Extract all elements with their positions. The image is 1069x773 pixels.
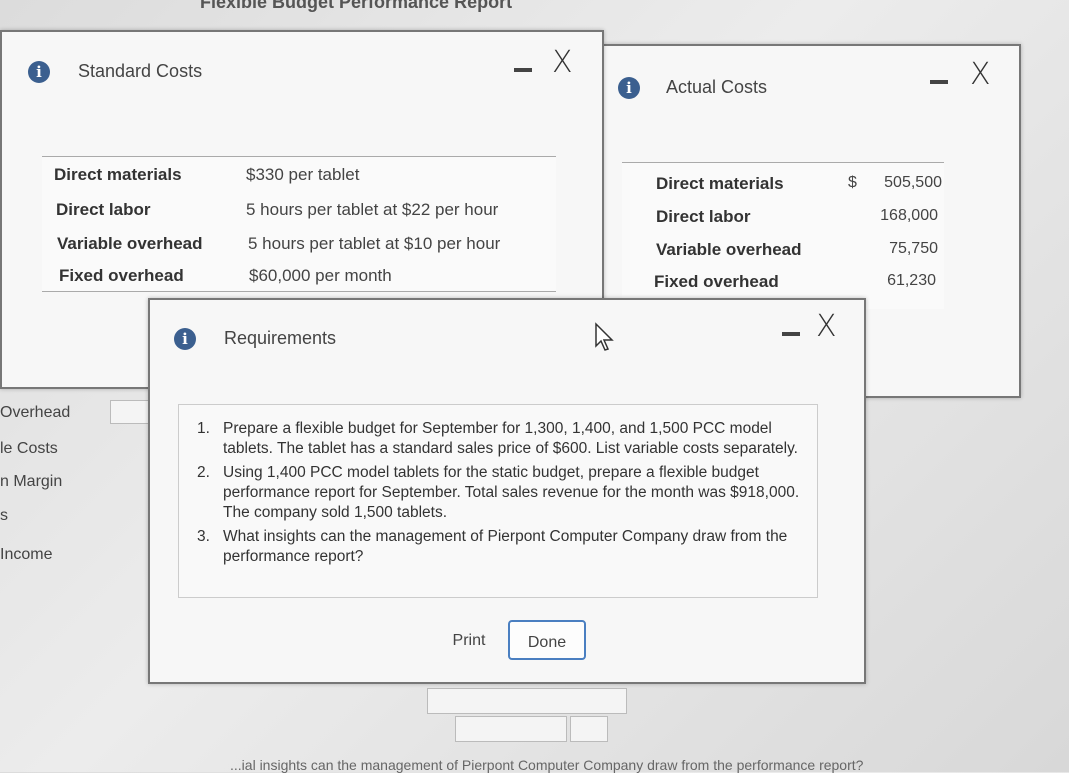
background-label: Income: [0, 546, 53, 563]
requirements-box: 1. Prepare a flexible budget for Septemb…: [178, 404, 818, 598]
background-input[interactable]: [455, 716, 567, 742]
requirements-list: 1. Prepare a flexible budget for Septemb…: [189, 419, 809, 567]
background-label: le Costs: [0, 440, 58, 457]
requirement-number: 1.: [197, 420, 210, 437]
cost-label: Direct labor: [656, 207, 751, 226]
background-input[interactable]: [110, 400, 152, 424]
list-item: 2. Using 1,400 PCC model tablets for the…: [189, 463, 809, 523]
window-title: Requirements: [224, 328, 337, 348]
window-title: Standard Costs: [78, 61, 203, 81]
info-icon: i: [618, 77, 640, 99]
background-input[interactable]: [427, 688, 627, 714]
minimize-icon[interactable]: [782, 332, 800, 336]
cost-label: Direct materials: [54, 165, 182, 184]
cost-value: $330 per tablet: [246, 165, 360, 184]
info-icon: i: [174, 328, 196, 350]
background-label: n Margin: [0, 473, 63, 490]
requirement-text: Using 1,400 PCC model tablets for the st…: [223, 464, 800, 521]
cost-value: 75,750: [889, 240, 938, 257]
table-row: Direct materials $ 505,500: [604, 174, 1004, 206]
requirement-number: 3.: [197, 528, 210, 545]
cost-label: Variable overhead: [57, 234, 203, 253]
background-input[interactable]: [570, 716, 608, 742]
cost-label: Direct labor: [56, 200, 151, 219]
info-icon: i: [28, 61, 50, 83]
table-row: Fixed overhead $60,000 per month: [42, 266, 556, 298]
cost-value: $60,000 per month: [249, 266, 392, 285]
table-row: Direct materials $330 per tablet: [42, 165, 556, 197]
close-icon[interactable]: X: [816, 312, 837, 342]
window-title: Actual Costs: [666, 77, 768, 97]
table-row: Variable overhead 75,750: [604, 240, 1004, 272]
requirement-number: 2.: [197, 464, 210, 481]
background-page-title: Flexible Budget Performance Report: [200, 0, 513, 12]
cost-value: 5 hours per tablet at $22 per hour: [246, 200, 499, 219]
background-label: Overhead: [0, 404, 71, 421]
cost-label: Fixed overhead: [654, 272, 779, 291]
mouse-cursor-icon: [595, 322, 614, 351]
actual-costs-header: i Actual Costs X: [604, 46, 1019, 106]
table-row: Direct labor 168,000: [604, 207, 1004, 239]
requirement-text: What insights can the management of Pier…: [223, 528, 788, 565]
minimize-icon[interactable]: [930, 80, 948, 84]
minimize-icon[interactable]: [514, 68, 532, 72]
standard-costs-table: Direct materials $330 per tablet Direct …: [42, 156, 556, 292]
requirement-text: Prepare a flexible budget for September …: [223, 420, 798, 457]
print-button[interactable]: Print: [436, 620, 502, 660]
cost-value: 505,500: [884, 174, 942, 191]
done-button[interactable]: Done: [508, 620, 586, 660]
cost-label: Fixed overhead: [59, 266, 184, 285]
requirements-header: i Requirements X: [150, 300, 864, 360]
cost-value: 61,230: [887, 272, 936, 289]
close-icon[interactable]: X: [970, 60, 991, 90]
list-item: 3. What insights can the management of P…: [189, 527, 809, 567]
cost-value: 5 hours per tablet at $10 per hour: [248, 234, 501, 253]
table-row: Variable overhead 5 hours per tablet at …: [42, 234, 556, 266]
list-item: 1. Prepare a flexible budget for Septemb…: [189, 419, 809, 459]
table-row: Direct labor 5 hours per tablet at $22 p…: [42, 200, 556, 232]
cost-label: Variable overhead: [656, 240, 802, 259]
requirements-window: i Requirements X 1. Prepare a flexible b…: [148, 298, 866, 684]
cost-value: 168,000: [880, 207, 938, 224]
background-footer-text: ...ial insights can the management of Pi…: [230, 757, 864, 773]
cost-label: Direct materials: [656, 174, 784, 193]
standard-costs-header: i Standard Costs X: [2, 32, 602, 92]
background-label: s: [0, 507, 8, 524]
close-icon[interactable]: X: [552, 48, 573, 78]
actual-costs-rows: Direct materials $ 505,500 Direct labor …: [604, 174, 1004, 314]
